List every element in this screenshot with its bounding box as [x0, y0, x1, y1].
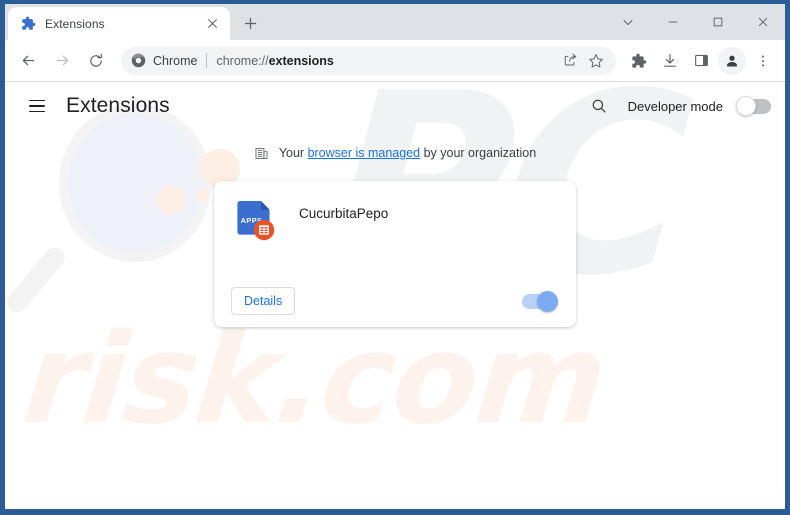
search-icon[interactable]	[586, 93, 612, 119]
tab-title: Extensions	[45, 16, 105, 31]
window-caption-buttons	[605, 4, 785, 40]
share-icon[interactable]	[558, 49, 582, 73]
omnibox-actions	[556, 49, 608, 73]
extensions-grid: APPS CucurbitaPepo Details	[5, 181, 785, 327]
tab-extensions[interactable]: Extensions	[8, 7, 230, 40]
puzzle-piece-icon	[20, 16, 36, 32]
profile-avatar-icon[interactable]	[718, 46, 746, 75]
spreadsheet-badge-icon	[259, 225, 269, 235]
chrome-logo-icon	[131, 53, 146, 68]
chrome-menu-button[interactable]	[749, 47, 777, 75]
url-scheme: chrome://	[216, 53, 269, 68]
browser-window-content: Extensions Chrome chrome://extensions ri…	[5, 4, 785, 509]
address-bar[interactable]: Chrome chrome://extensions	[121, 46, 616, 75]
toggle-knob	[736, 96, 756, 116]
toggle-knob	[537, 290, 558, 312]
chrome-origin-label: Chrome	[153, 53, 198, 68]
page-title: Extensions	[66, 94, 170, 117]
hamburger-menu-icon[interactable]	[23, 92, 51, 120]
extension-card-header: APPS CucurbitaPepo	[214, 181, 576, 241]
building-icon	[254, 145, 270, 161]
chrome-origin-chip: Chrome	[131, 53, 197, 68]
managed-notice-text: Your browser is managed by your organiza…	[279, 146, 536, 160]
managed-prefix: Your	[278, 146, 308, 160]
developer-mode-toggle[interactable]	[736, 96, 771, 116]
new-tab-button[interactable]	[236, 9, 264, 37]
maximize-button[interactable]	[695, 4, 740, 40]
minimize-button[interactable]	[650, 4, 695, 40]
watermark-risk-text: risk.com	[17, 308, 612, 452]
browser-is-managed-link[interactable]: browser is managed	[308, 146, 421, 160]
extension-card[interactable]: APPS CucurbitaPepo Details	[214, 181, 576, 327]
extensions-header-actions: Developer mode	[586, 93, 771, 119]
side-panel-icon[interactable]	[687, 47, 715, 75]
tab-search-button[interactable]	[605, 4, 650, 40]
extension-card-footer: Details	[214, 275, 576, 327]
close-window-button[interactable]	[740, 4, 785, 40]
extension-enabled-toggle[interactable]	[522, 290, 558, 312]
forward-button[interactable]	[47, 46, 77, 76]
browser-window: Extensions Chrome chrome://extensions ri…	[0, 0, 790, 515]
omnibox-divider	[206, 53, 208, 68]
tab-strip: Extensions	[5, 4, 785, 40]
star-icon[interactable]	[584, 49, 608, 73]
developer-mode-label: Developer mode	[627, 98, 723, 114]
extensions-page: PC risk.com Extensions	[5, 82, 785, 508]
download-icon[interactable]	[656, 47, 684, 75]
extension-icon: APPS	[237, 199, 275, 241]
extensions-button[interactable]	[625, 47, 653, 75]
browser-toolbar: Chrome chrome://extensions	[5, 40, 785, 82]
url-path: extensions	[268, 53, 334, 68]
extensions-header: Extensions Developer mode	[5, 82, 785, 130]
close-icon[interactable]	[203, 15, 221, 33]
extension-name: CucurbitaPepo	[299, 206, 389, 221]
back-button[interactable]	[13, 46, 43, 76]
managed-browser-notice: Your browser is managed by your organiza…	[5, 145, 785, 161]
reload-button[interactable]	[81, 46, 111, 76]
managed-suffix: by your organization	[420, 146, 537, 160]
omnibox-url: chrome://extensions	[216, 54, 333, 68]
details-button[interactable]: Details	[231, 287, 296, 315]
